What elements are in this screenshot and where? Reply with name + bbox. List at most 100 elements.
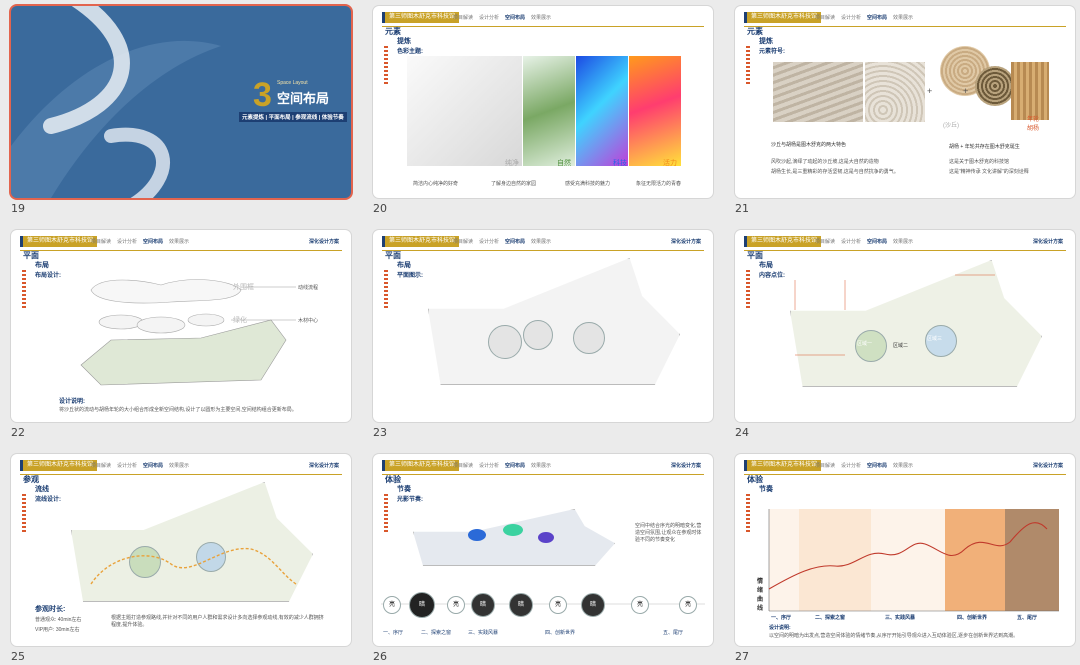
right-text-1: 胡杨 + 年轮共存在图木舒克诞生 bbox=[949, 144, 1020, 150]
plan-circle bbox=[573, 322, 605, 354]
light-spot bbox=[538, 532, 554, 543]
lighting-plan bbox=[413, 509, 615, 566]
slide-thumbnail-26[interactable]: 第三师图木舒克市科技馆 项目解读 设计分析 空间布局 效果展示 深化设计方案 体验 … bbox=[373, 454, 713, 646]
label-green: 绿化 bbox=[233, 317, 247, 324]
image-vitality bbox=[629, 56, 681, 166]
slide-thumbnail-27[interactable]: 第三师图木舒克市科技馆 项目解读 设计分析 空间布局 效果展示 深化设计方案 体验 … bbox=[735, 454, 1075, 646]
chapter-subtitle: 元素提炼 | 平面布局 | 参观流线 | 体验节奏 bbox=[239, 112, 347, 122]
plan-circle bbox=[523, 320, 553, 350]
phase-3: 三、实践风暴 bbox=[468, 630, 499, 636]
phase-2: 二、探索之窗 bbox=[421, 630, 452, 636]
plan-circle bbox=[488, 325, 522, 359]
header-tabs: 项目解读 设计分析 空间布局 效果展示 bbox=[453, 239, 552, 245]
slide-number: 19 bbox=[11, 202, 25, 215]
slide-thumbnail-20[interactable]: 第三师图木舒克市科技馆 项目解读 设计分析 空间布局 效果展示 元素 提炼 色彩主题… bbox=[373, 6, 713, 198]
rhythm-node: 暗 bbox=[409, 592, 435, 618]
header-divider bbox=[382, 474, 704, 475]
floor-plan bbox=[428, 258, 680, 385]
rhythm-circles: 亮 暗 亮 暗 暗 亮 暗 亮 亮 bbox=[381, 584, 705, 624]
image-nature bbox=[523, 56, 575, 166]
slide-number: 22 bbox=[11, 426, 25, 439]
right-label-2: 木材中心 bbox=[298, 318, 319, 324]
exploded-axonometric-diagram bbox=[80, 279, 296, 386]
plus-sign-1: + bbox=[927, 86, 933, 96]
label-vitality: 活力 bbox=[663, 160, 677, 167]
header-divider bbox=[382, 26, 704, 27]
vertical-label bbox=[384, 46, 388, 86]
slide-thumbnail-25[interactable]: 第三师图木舒克市科技馆 项目解读 设计分析 空间布局 效果展示 深化设计方案 参观 … bbox=[11, 454, 351, 646]
caption-title: 参观时长: bbox=[35, 606, 66, 613]
caption-title: 设计说明: bbox=[59, 399, 85, 405]
header-tabs: 项目解读 设计分析 空间布局 效果展示 bbox=[453, 463, 552, 469]
header-right-title: 深化设计方案 bbox=[670, 463, 701, 469]
section-subtitle: 布局 bbox=[397, 262, 411, 269]
phase-4: 四、创新世界 bbox=[545, 630, 576, 636]
caption-line-1: 普通观众: 40min左右 bbox=[35, 617, 82, 623]
header-right-title: 深化设计方案 bbox=[670, 239, 701, 245]
caption-body: 将沙丘状的流动与胡杨年轮的大小组合形成全新空间结构,设计了以圆形为主要空间,空间… bbox=[59, 407, 297, 413]
label-sand: (沙丘) bbox=[943, 123, 959, 129]
section-subtitle: 提炼 bbox=[397, 38, 411, 45]
rhythm-node: 暗 bbox=[471, 593, 495, 617]
section-label: 光影节奏: bbox=[397, 497, 423, 503]
right-text-3: 这是“精神传承 文化讲解”的深刻诠释 bbox=[949, 169, 1029, 175]
slide-thumbnail-24[interactable]: 第三师图木舒克市科技馆 项目解读 设计分析 空间布局 效果展示 深化设计方案 平面 … bbox=[735, 230, 1075, 422]
rhythm-node: 亮 bbox=[447, 596, 465, 614]
image-tree-ring bbox=[975, 66, 1015, 106]
header-title: 第三师图木舒克市科技馆 bbox=[382, 236, 460, 247]
phase-1: 一、序厅 bbox=[771, 615, 792, 621]
slide-number: 21 bbox=[735, 202, 749, 215]
label-tree-ring: 年轮 胡杨 bbox=[1027, 117, 1040, 132]
chapter-number: 3 bbox=[253, 76, 272, 114]
label-tech: 科技 bbox=[613, 160, 627, 167]
image-poplar-wood bbox=[1011, 62, 1049, 120]
phase-1: 一、序厅 bbox=[383, 630, 404, 636]
vertical-label bbox=[384, 270, 388, 310]
image-pure bbox=[407, 56, 522, 166]
header-divider bbox=[744, 26, 1066, 27]
left-text-3: 胡杨生长,是三重精彩的存活坚韧,这是与自然抗争的勇气。 bbox=[771, 169, 899, 175]
header-title: 第三师图木舒克市科技馆 bbox=[382, 460, 460, 471]
rhythm-node: 亮 bbox=[631, 596, 649, 614]
header-tabs: 项目解读 设计分析 空间布局 效果展示 bbox=[815, 15, 914, 21]
caption-2: 了解身边自然的家园 bbox=[491, 181, 537, 187]
label-nature: 自然 bbox=[557, 160, 571, 167]
phase-2: 二、探索之窗 bbox=[815, 615, 846, 621]
caption-body: 根据主题打造参观路线,并针对不同的用户人群和需求设计多向选择参观动线,有效的减少… bbox=[111, 615, 324, 628]
rhythm-node: 暗 bbox=[509, 593, 533, 617]
slide-number: 23 bbox=[373, 426, 387, 439]
slide-thumbnail-19[interactable]: 3 Space Layout 空间布局 元素提炼 | 平面布局 | 参观流线 |… bbox=[11, 6, 351, 198]
section-label: 元素符号: bbox=[759, 49, 785, 55]
rhythm-node: 亮 bbox=[383, 596, 401, 614]
right-text-2: 这是关于图木舒克的科技馆 bbox=[949, 159, 1010, 165]
image-tech bbox=[576, 56, 628, 166]
slide-thumbnail-23[interactable]: 第三师图木舒克市科技馆 项目解读 设计分析 空间布局 效果展示 深化设计方案 平面 … bbox=[373, 230, 713, 422]
annotation-lines bbox=[794, 274, 995, 356]
caption-title: 设计说明: bbox=[769, 625, 791, 631]
slide-thumbnail-21[interactable]: 第三师图木舒克市科技馆 项目解读 设计分析 空间布局 效果展示 元素 提炼 元素符号… bbox=[735, 6, 1075, 198]
caption-line-2: VIP用户: 30min左右 bbox=[35, 627, 80, 633]
rhythm-node: 亮 bbox=[679, 596, 697, 614]
header-tabs: 项目解读 设计分析 空间布局 效果展示 bbox=[453, 15, 552, 21]
left-text-1: 沙丘与胡杨是图木舒克的两大特色 bbox=[771, 142, 847, 148]
light-spot bbox=[468, 529, 486, 541]
section-label: 平面图示: bbox=[397, 273, 423, 279]
right-label-1: 动线流程 bbox=[298, 285, 319, 291]
header-title: 第三师图木舒克市科技馆 bbox=[382, 12, 460, 23]
phase-4: 四、创新世界 bbox=[957, 615, 988, 621]
y-axis-label: 情绪曲线 bbox=[757, 579, 764, 612]
slide-number: 25 bbox=[11, 650, 25, 663]
caption-1: 简洁内心纯净的好奇 bbox=[413, 181, 459, 187]
label-outer: 外围框 bbox=[233, 284, 254, 291]
phase-5: 五、尾厅 bbox=[1017, 615, 1038, 621]
phase-5: 五、尾厅 bbox=[663, 630, 684, 636]
section-subtitle: 提炼 bbox=[759, 38, 773, 45]
left-text-2: 风吹沙起,演绎了动起的沙丘坡,这是大自然的造物 bbox=[771, 159, 879, 165]
slide-thumbnail-22[interactable]: 第三师图木舒克市科技馆 项目解读 设计分析 空间布局 效果展示 深化设计方案 平面 … bbox=[11, 230, 351, 422]
side-text: 空间中结合序光的明暗变化,营造空间氛围,让观众在参观时体验不同的节奏变化 bbox=[635, 523, 702, 543]
vertical-label bbox=[746, 46, 750, 86]
caption-4: 象征无限活力的青春 bbox=[636, 181, 682, 187]
image-sand-ripple bbox=[773, 62, 863, 122]
caption-body: 以空间的明暗为出发点,营造空间体验的情绪节奏,从序厅开始引导观众进入互动体验区,… bbox=[769, 633, 1019, 639]
rhythm-node: 亮 bbox=[549, 596, 567, 614]
